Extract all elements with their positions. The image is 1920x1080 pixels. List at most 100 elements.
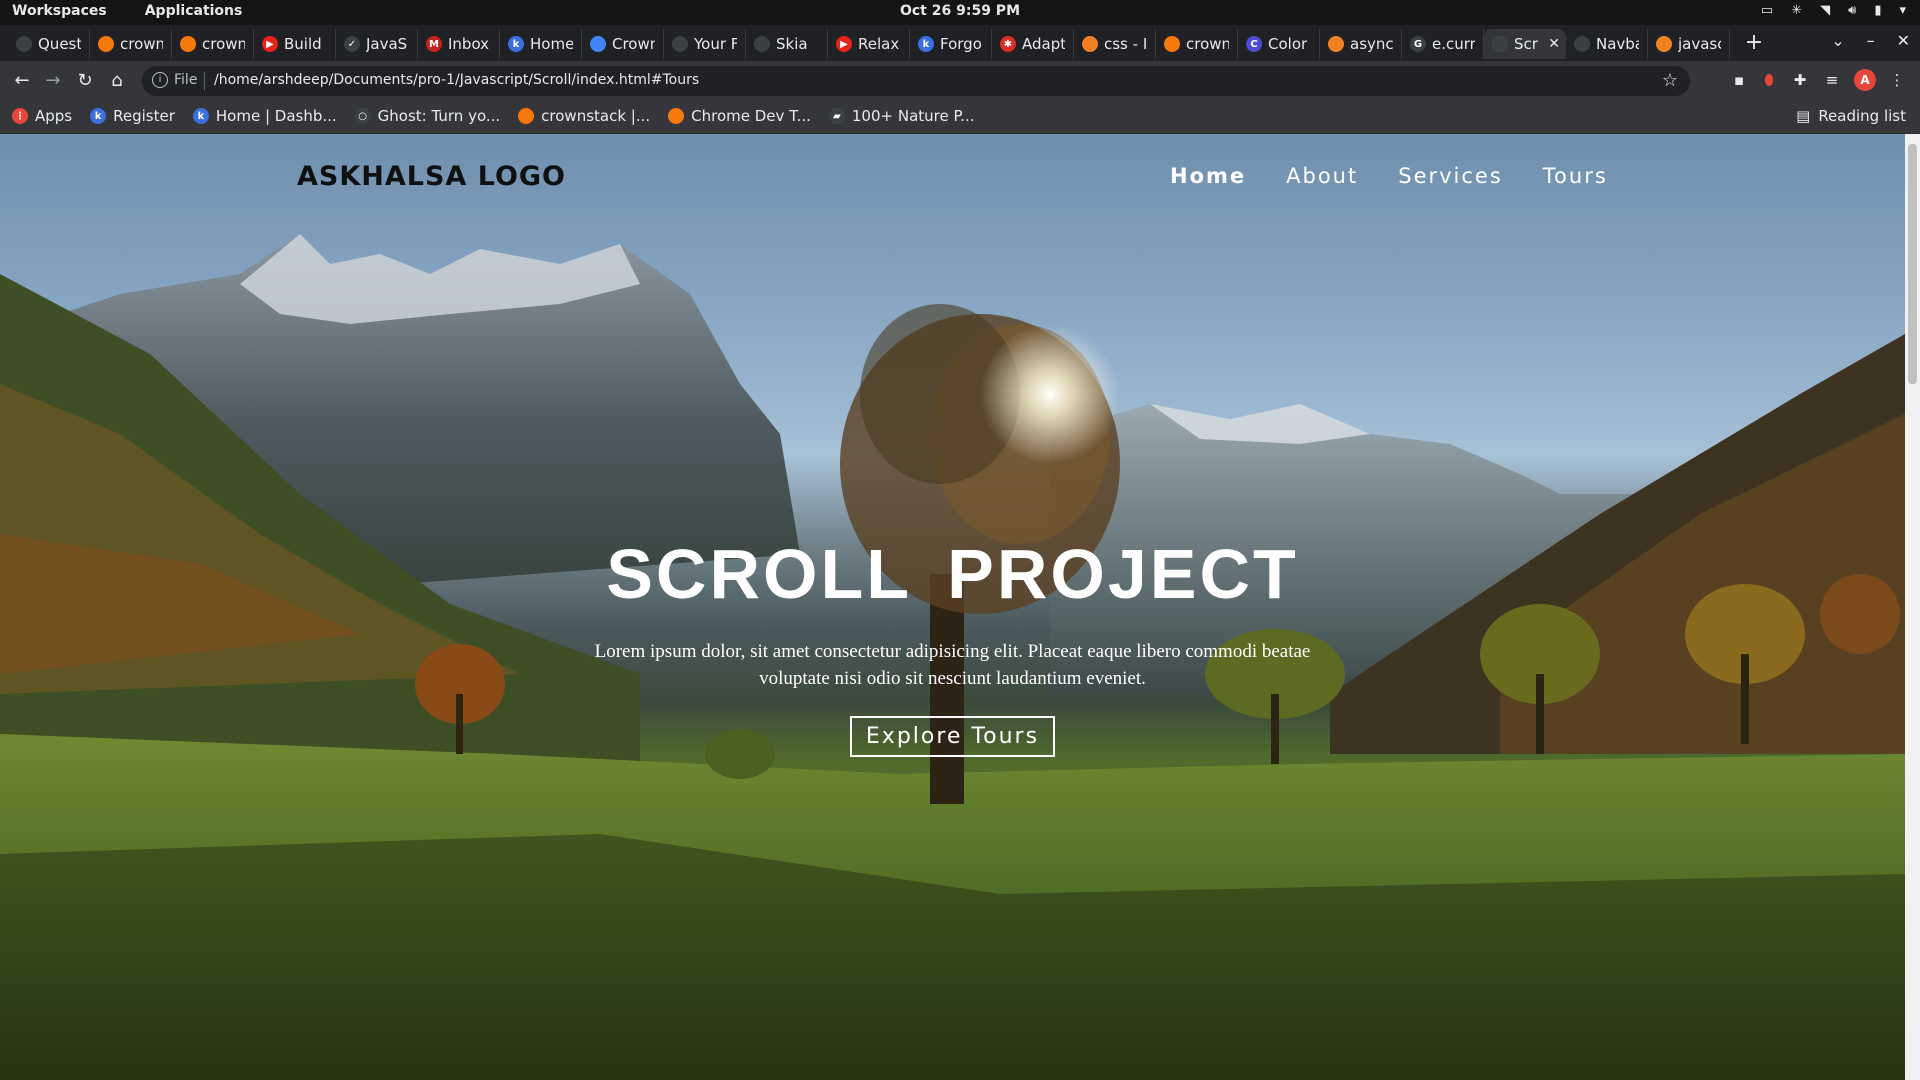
browser-tab[interactable]: crown — [1156, 29, 1238, 59]
back-button[interactable]: ← — [10, 69, 34, 93]
home-button[interactable]: ⌂ — [105, 69, 129, 93]
system-tray: ▭ ✳ ◥ 🔊︎ ▮ ▾ — [1761, 3, 1906, 18]
browser-tab[interactable]: css - I — [1074, 29, 1156, 59]
tab-title: Crown — [612, 35, 655, 53]
tab-favicon-icon — [98, 36, 114, 52]
tab-title: css - I — [1104, 35, 1147, 53]
bookmark-item[interactable]: Chrome Dev T... — [668, 107, 811, 125]
battery-icon[interactable]: ▮ — [1874, 3, 1881, 18]
browser-tab[interactable]: k Home — [500, 29, 582, 59]
tab-favicon-icon — [16, 36, 32, 52]
volume-icon[interactable]: 🔊︎ — [1848, 3, 1856, 18]
browser-tab[interactable]: C Color — [1238, 29, 1320, 59]
wifi-icon[interactable]: ◥ — [1820, 3, 1830, 18]
media-control-icon[interactable]: ≡ — [1821, 69, 1843, 91]
tab-title: crown — [202, 35, 245, 53]
browser-tab[interactable]: javasc — [1648, 29, 1730, 59]
close-window-button[interactable]: ✕ — [1897, 31, 1910, 50]
tab-favicon-icon: k — [508, 36, 524, 52]
address-url[interactable]: /home/arshdeep/Documents/pro-1/Javascrip… — [214, 72, 699, 88]
tab-favicon-icon — [1164, 36, 1180, 52]
browser-tab[interactable]: ▶ Relax — [828, 29, 910, 59]
bookmark-item[interactable]: ▰ 100+ Nature P... — [828, 107, 975, 125]
browser-tab[interactable]: Crown — [582, 29, 664, 59]
bookmark-item[interactable]: ⋮ Apps — [12, 107, 72, 125]
bookmark-item[interactable]: crownstack |... — [518, 107, 650, 125]
reading-list-icon: ▤ — [1796, 107, 1811, 125]
tab-title: Relax — [858, 35, 900, 53]
profile-avatar[interactable]: A — [1854, 69, 1876, 91]
close-tab-icon[interactable]: ✕ — [1548, 36, 1560, 52]
browser-menu-icon[interactable]: ⋮ — [1886, 69, 1908, 91]
bookmark-favicon-icon: ▰ — [828, 108, 845, 124]
reload-button[interactable]: ↻ — [73, 69, 97, 93]
display-icon[interactable]: ▭ — [1761, 3, 1773, 18]
bookmark-favicon-icon: k — [192, 108, 209, 124]
tab-title: crown — [120, 35, 163, 53]
tab-title: Navba — [1596, 35, 1639, 53]
bookmark-label: Apps — [35, 107, 73, 125]
hero-section: SCROLL PROJECT Lorem ipsum dolor, sit am… — [0, 534, 1905, 757]
extension-square-icon[interactable]: ▪ — [1728, 69, 1750, 91]
bookmark-star-icon[interactable]: ☆ — [1662, 70, 1678, 91]
browser-tab[interactable]: ▶ Build — [254, 29, 336, 59]
browser-tab[interactable]: Quest — [8, 29, 90, 59]
page-scrollbar[interactable] — [1905, 134, 1920, 1080]
window-controls: ⌄ – ✕ — [1831, 31, 1910, 50]
site-info-icon[interactable]: i — [152, 72, 168, 88]
address-divider — [204, 72, 205, 90]
clock[interactable]: Oct 26 9:59 PM — [0, 3, 1920, 19]
nav-links: Home About Services Tours — [1170, 164, 1608, 188]
browser-tab[interactable]: Skia — [746, 29, 828, 59]
tab-list: Quest crown crown ▶ Build ✓ JavaS M Inbox k Home Cr… — [8, 29, 1730, 59]
new-tab-button[interactable]: + — [1740, 31, 1768, 57]
nav-link-tours[interactable]: Tours — [1543, 164, 1608, 188]
scrollbar-thumb[interactable] — [1908, 144, 1917, 384]
nav-link-home[interactable]: Home — [1170, 164, 1246, 188]
extensions-puzzle-icon[interactable]: ✚ — [1789, 69, 1811, 91]
network-settings-icon[interactable]: ✳ — [1791, 3, 1802, 18]
tab-favicon-icon — [180, 36, 196, 52]
hero-title: SCROLL PROJECT — [606, 535, 1299, 613]
browser-tab[interactable]: ✱ Adapt — [992, 29, 1074, 59]
tab-title: Build — [284, 35, 322, 53]
hero-description: Lorem ipsum dolor, sit amet consectetur … — [594, 641, 1311, 689]
tab-title: Home — [530, 35, 573, 53]
site-logo[interactable]: ASKHALSA LOGO — [297, 161, 566, 192]
tab-title: Forgo — [940, 35, 982, 53]
extension-shield-icon[interactable]: ⬮ — [1758, 69, 1780, 91]
bookmark-favicon-icon — [668, 108, 685, 124]
browser-tab[interactable]: async — [1320, 29, 1402, 59]
tab-title: Adapt — [1022, 35, 1065, 53]
reading-list-button[interactable]: ▤ Reading list — [1796, 107, 1906, 125]
browser-tab[interactable]: Ge.curr — [1402, 29, 1484, 59]
bookmark-item[interactable]: k Register — [90, 107, 175, 125]
system-menu-chevron-icon[interactable]: ▾ — [1899, 3, 1906, 18]
browser-tab[interactable]: crown — [172, 29, 254, 59]
tab-title: Inbox — [448, 35, 490, 53]
tab-title: Color — [1268, 35, 1308, 53]
browser-tab[interactable]: Navba — [1566, 29, 1648, 59]
tab-search-chevron-icon[interactable]: ⌄ — [1831, 31, 1844, 50]
address-bar[interactable]: i File /home/arshdeep/Documents/pro-1/Ja… — [142, 66, 1690, 96]
nav-link-services[interactable]: Services — [1398, 164, 1503, 188]
tab-favicon-icon — [1082, 36, 1098, 52]
browser-tab-strip: Quest crown crown ▶ Build ✓ JavaS M Inbox k Home Cr… — [0, 25, 1920, 61]
tab-favicon-icon: C — [1246, 36, 1262, 52]
browser-tab[interactable]: k Forgo — [910, 29, 992, 59]
bookmark-item[interactable]: k Home | Dashb... — [192, 107, 337, 125]
tab-favicon-icon: ▶ — [836, 36, 852, 52]
browser-tab[interactable]: M Inbox — [418, 29, 500, 59]
browser-tab[interactable]: Your F — [664, 29, 746, 59]
browser-tab[interactable]: crown — [90, 29, 172, 59]
bookmark-label: Home | Dashb... — [215, 107, 337, 125]
nav-link-about[interactable]: About — [1286, 164, 1358, 188]
minimize-button[interactable]: – — [1867, 31, 1875, 50]
forward-button[interactable]: → — [41, 69, 65, 93]
tab-favicon-icon: G — [1410, 36, 1426, 52]
explore-tours-button[interactable]: Explore Tours — [849, 716, 1056, 757]
bookmark-list: ⋮ Apps k Register k Home | Dashb... ○ Ghost: Tu… — [12, 107, 975, 125]
browser-tab[interactable]: Scr ✕ — [1484, 29, 1566, 59]
bookmark-item[interactable]: ○ Ghost: Turn yo... — [354, 107, 500, 125]
browser-tab[interactable]: ✓ JavaS — [336, 29, 418, 59]
